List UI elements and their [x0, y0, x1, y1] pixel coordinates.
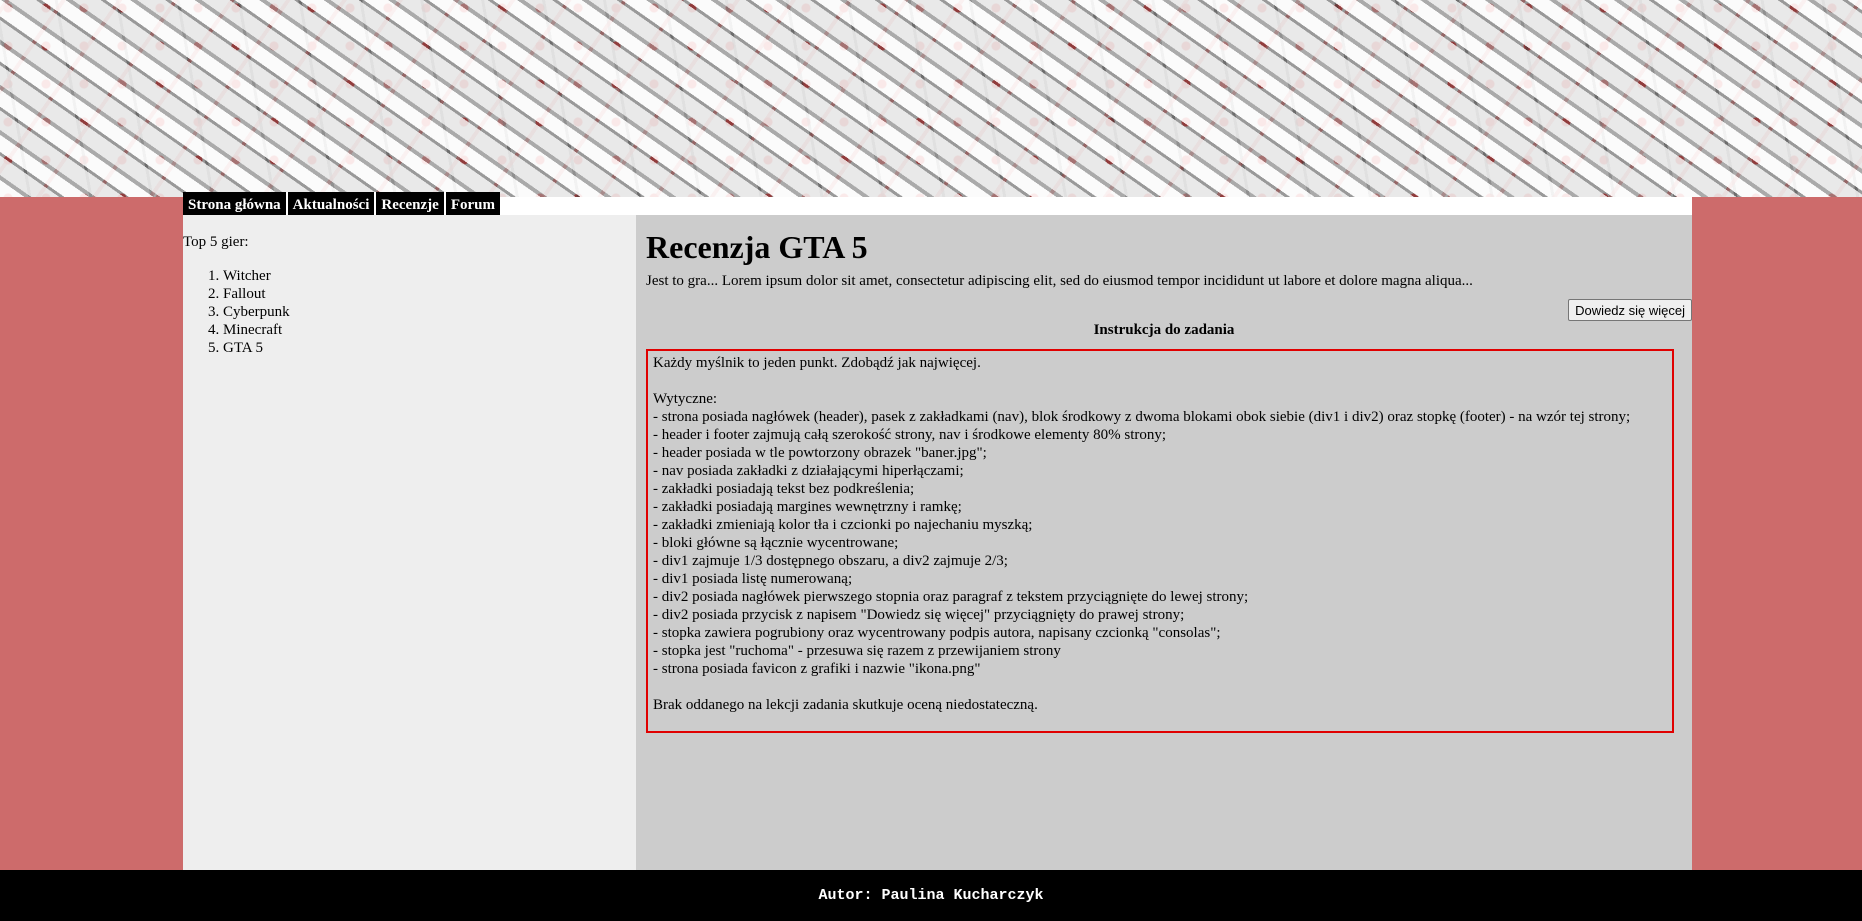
instructions-box: Każdy myślnik to jeden punkt. Zdobądź ja…: [646, 349, 1674, 733]
sidebar-div1: Top 5 gier: Witcher Fallout Cyberpunk Mi…: [183, 215, 636, 870]
instructions-intro: Każdy myślnik to jeden punkt. Zdobądź ja…: [653, 355, 981, 371]
guideline-item: - div2 posiada nagłówek pierwszego stopn…: [653, 589, 1249, 605]
guideline-item: - div1 posiada listę numerowaną;: [653, 571, 853, 587]
instructions-closing: Brak oddanego na lekcji zadania skutkuje…: [653, 697, 1038, 713]
guideline-item: - zakładki posiadają tekst bez podkreśle…: [653, 481, 915, 497]
list-item: Fallout: [223, 285, 636, 303]
guideline-item: - div2 posiada przycisk z napisem "Dowie…: [653, 607, 1185, 623]
intro-paragraph: Jest to gra... Lorem ipsum dolor sit ame…: [646, 273, 1473, 289]
footer-author: Autor: Paulina Kucharczyk: [818, 887, 1044, 904]
guideline-item: - zakładki zmieniają kolor tła i czcionk…: [653, 517, 1033, 533]
top-games-list: Witcher Fallout Cyberpunk Minecraft GTA …: [183, 267, 636, 357]
list-item: GTA 5: [223, 339, 636, 357]
guideline-item: - div1 zajmuje 1/3 dostępnego obszaru, a…: [653, 553, 1008, 569]
guideline-item: - bloki główne są łącznie wycentrowane;: [653, 535, 899, 551]
list-item: Minecraft: [223, 321, 636, 339]
guideline-item: - header i footer zajmują całą szerokość…: [653, 427, 1167, 443]
guideline-item: - stopka jest "ruchoma" - przesuwa się r…: [653, 643, 1061, 659]
main-div2: Recenzja GTA 5 Jest to gra... Lorem ipsu…: [636, 215, 1692, 870]
guideline-item: - nav posiada zakładki z działającymi hi…: [653, 463, 964, 479]
instructions-title: Instrukcja do zadania: [1093, 322, 1235, 338]
header-banner: [0, 0, 1862, 197]
list-item: Witcher: [223, 267, 636, 285]
learn-more-button[interactable]: Dowiedz się więcej: [1568, 299, 1692, 321]
footer: Autor: Paulina Kucharczyk: [0, 870, 1862, 921]
list-item: Cyberpunk: [223, 303, 636, 321]
top-games-title: Top 5 gier:: [183, 234, 249, 250]
page-title: Recenzja GTA 5: [646, 229, 868, 265]
guidelines-label: Wytyczne:: [653, 391, 718, 407]
guideline-item: - stopka zawiera pogrubiony oraz wycentr…: [653, 625, 1221, 641]
guideline-item: - strona posiada favicon z grafiki i naz…: [653, 661, 981, 677]
guideline-item: - strona posiada nagłówek (header), pase…: [653, 409, 1631, 425]
guideline-item: - zakładki posiadają margines wewnętrzny…: [653, 499, 962, 515]
guideline-item: - header posiada w tle powtorzony obraze…: [653, 445, 987, 461]
